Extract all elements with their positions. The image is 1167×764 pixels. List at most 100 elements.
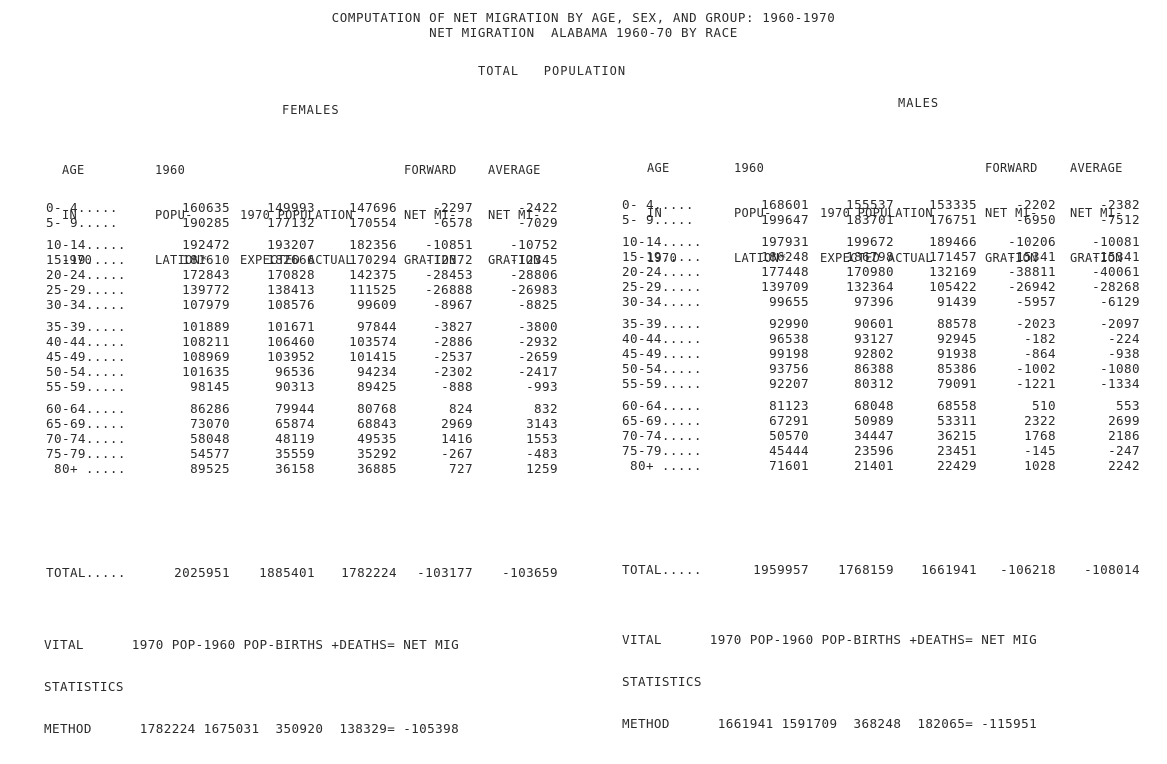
cell-avg: -7512: [1100, 212, 1140, 227]
cell-fwd: 1768: [1024, 428, 1056, 443]
cell-p60: 50570: [769, 428, 809, 443]
cell-fwd: -10206: [1008, 234, 1056, 249]
cell-act: 36215: [937, 428, 977, 443]
cell-exp: 183701: [846, 212, 894, 227]
header-pop1960-line1: 1960: [155, 163, 186, 177]
cell-p60: 197931: [761, 234, 809, 249]
cell-avg: -40061: [1092, 264, 1140, 279]
cell-act: 91938: [937, 346, 977, 361]
vital-line1: VITAL 1970 POP-1960 POP-BIRTHS +DEATHS= …: [622, 632, 1038, 647]
cell-act: 91439: [937, 294, 977, 309]
cell-avg: -6129: [1100, 294, 1140, 309]
vital-line3: METHOD 1782224 1675031 350920 138329= -1…: [44, 721, 460, 736]
cell-age: 15-19.....: [622, 249, 702, 264]
cell-exp: 50989: [854, 413, 894, 428]
cell-avg: -2382: [1100, 197, 1140, 212]
table-row: 45-49..... 99198 92802 91938 -864 -938: [0, 346, 1167, 362]
cell-avg: -2097: [1100, 316, 1140, 331]
cell-age: 30-34.....: [622, 294, 702, 309]
cell-exp: 1768159: [838, 562, 894, 577]
cell-fwd: -2023: [1016, 316, 1056, 331]
cell-fwd: -1002: [1016, 361, 1056, 376]
cell-age: 5- 9.....: [622, 212, 694, 227]
females-label: FEMALES: [282, 103, 340, 117]
table-row: 15-19..... 186248 186798 171457 -15341 -15341: [0, 249, 1167, 265]
cell-act: 23451: [937, 443, 977, 458]
females-vital-statistics: VITAL 1970 POP-1960 POP-BIRTHS +DEATHS= …: [44, 610, 459, 764]
table-row: 10-14..... 197931 199672 189466 -10206 -10081: [0, 234, 1167, 250]
cell-p60: 168601: [761, 197, 809, 212]
table-row: 50-54..... 93756 86388 85386 -1002 -1080: [0, 361, 1167, 377]
cell-fwd: 1028: [1024, 458, 1056, 473]
cell-avg: -10081: [1092, 234, 1140, 249]
cell-p60: 199647: [761, 212, 809, 227]
cell-fwd: -182: [1024, 331, 1056, 346]
cell-age: TOTAL.....: [622, 562, 702, 577]
table-row: 80+ ..... 71601 21401 22429 1028 2242: [0, 458, 1167, 474]
cell-fwd: 510: [1032, 398, 1056, 413]
cell-p60: 81123: [769, 398, 809, 413]
males-label: MALES: [898, 96, 940, 110]
cell-avg: 2242: [1108, 458, 1140, 473]
cell-age: 10-14.....: [622, 234, 702, 249]
table-row: 30-34..... 99655 97396 91439 -5957 -6129: [0, 294, 1167, 310]
cell-p60: 92990: [769, 316, 809, 331]
report-title: COMPUTATION OF NET MIGRATION BY AGE, SEX…: [331, 10, 836, 25]
cell-avg: -108014: [1084, 562, 1140, 577]
cell-act: 53311: [937, 413, 977, 428]
cell-act: 79091: [937, 376, 977, 391]
cell-exp: 92802: [854, 346, 894, 361]
cell-age: 0- 4.....: [622, 197, 694, 212]
cell-fwd: -106218: [1000, 562, 1056, 577]
cell-p60: 92207: [769, 376, 809, 391]
cell-p60: 71601: [769, 458, 809, 473]
table-row: 25-29..... 139709 132364 105422 -26942 -28268: [0, 279, 1167, 295]
table-row: 0- 4..... 168601 155537 153335 -2202 -2382: [0, 197, 1167, 213]
total-row: TOTAL..... 1959957 1768159 1661941 -106218 -1…: [0, 562, 1167, 578]
cell-fwd: -26942: [1008, 279, 1056, 294]
cell-fwd: -1221: [1016, 376, 1056, 391]
cell-act: 153335: [929, 197, 977, 212]
population-label: TOTAL POPULATION: [478, 64, 627, 78]
cell-fwd: -5957: [1016, 294, 1056, 309]
cell-age: 35-39.....: [622, 316, 702, 331]
cell-act: 189466: [929, 234, 977, 249]
table-row: 70-74..... 50570 34447 36215 1768 2186: [0, 428, 1167, 444]
cell-fwd: 2322: [1024, 413, 1056, 428]
cell-p60: 1959957: [753, 562, 809, 577]
cell-age: 75-79.....: [622, 443, 702, 458]
header-forward-line1: FORWARD: [985, 161, 1038, 175]
cell-exp: 93127: [854, 331, 894, 346]
cell-avg: -1334: [1100, 376, 1140, 391]
cell-avg: -15341: [1092, 249, 1140, 264]
cell-age: 40-44.....: [622, 331, 702, 346]
cell-fwd: -15341: [1008, 249, 1056, 264]
table-row: 40-44..... 96538 93127 92945 -182 -224: [0, 331, 1167, 347]
cell-p60: 96538: [769, 331, 809, 346]
cell-age: 50-54.....: [622, 361, 702, 376]
cell-exp: 23596: [854, 443, 894, 458]
header-forward-line1: FORWARD: [404, 163, 457, 177]
cell-exp: 155537: [846, 197, 894, 212]
cell-age: 65-69.....: [622, 413, 702, 428]
header-pop1960-line1: 1960: [734, 161, 765, 175]
cell-fwd: -38811: [1008, 264, 1056, 279]
cell-act: 171457: [929, 249, 977, 264]
cell-act: 105422: [929, 279, 977, 294]
table-row: 35-39..... 92990 90601 88578 -2023 -2097: [0, 316, 1167, 332]
vital-line2: STATISTICS: [44, 679, 124, 694]
cell-avg: 2699: [1108, 413, 1140, 428]
cell-act: 22429: [937, 458, 977, 473]
cell-act: 85386: [937, 361, 977, 376]
cell-act: 88578: [937, 316, 977, 331]
cell-p60: 67291: [769, 413, 809, 428]
cell-act: 92945: [937, 331, 977, 346]
table-row: 5- 9..... 199647 183701 176751 -6950 -7512: [0, 212, 1167, 228]
table-row: 75-79..... 45444 23596 23451 -145 -247: [0, 443, 1167, 459]
table-row: 55-59..... 92207 80312 79091 -1221 -1334: [0, 376, 1167, 392]
cell-exp: 170980: [846, 264, 894, 279]
cell-act: 132169: [929, 264, 977, 279]
cell-p60: 177448: [761, 264, 809, 279]
cell-age: 60-64.....: [622, 398, 702, 413]
cell-avg: -28268: [1092, 279, 1140, 294]
